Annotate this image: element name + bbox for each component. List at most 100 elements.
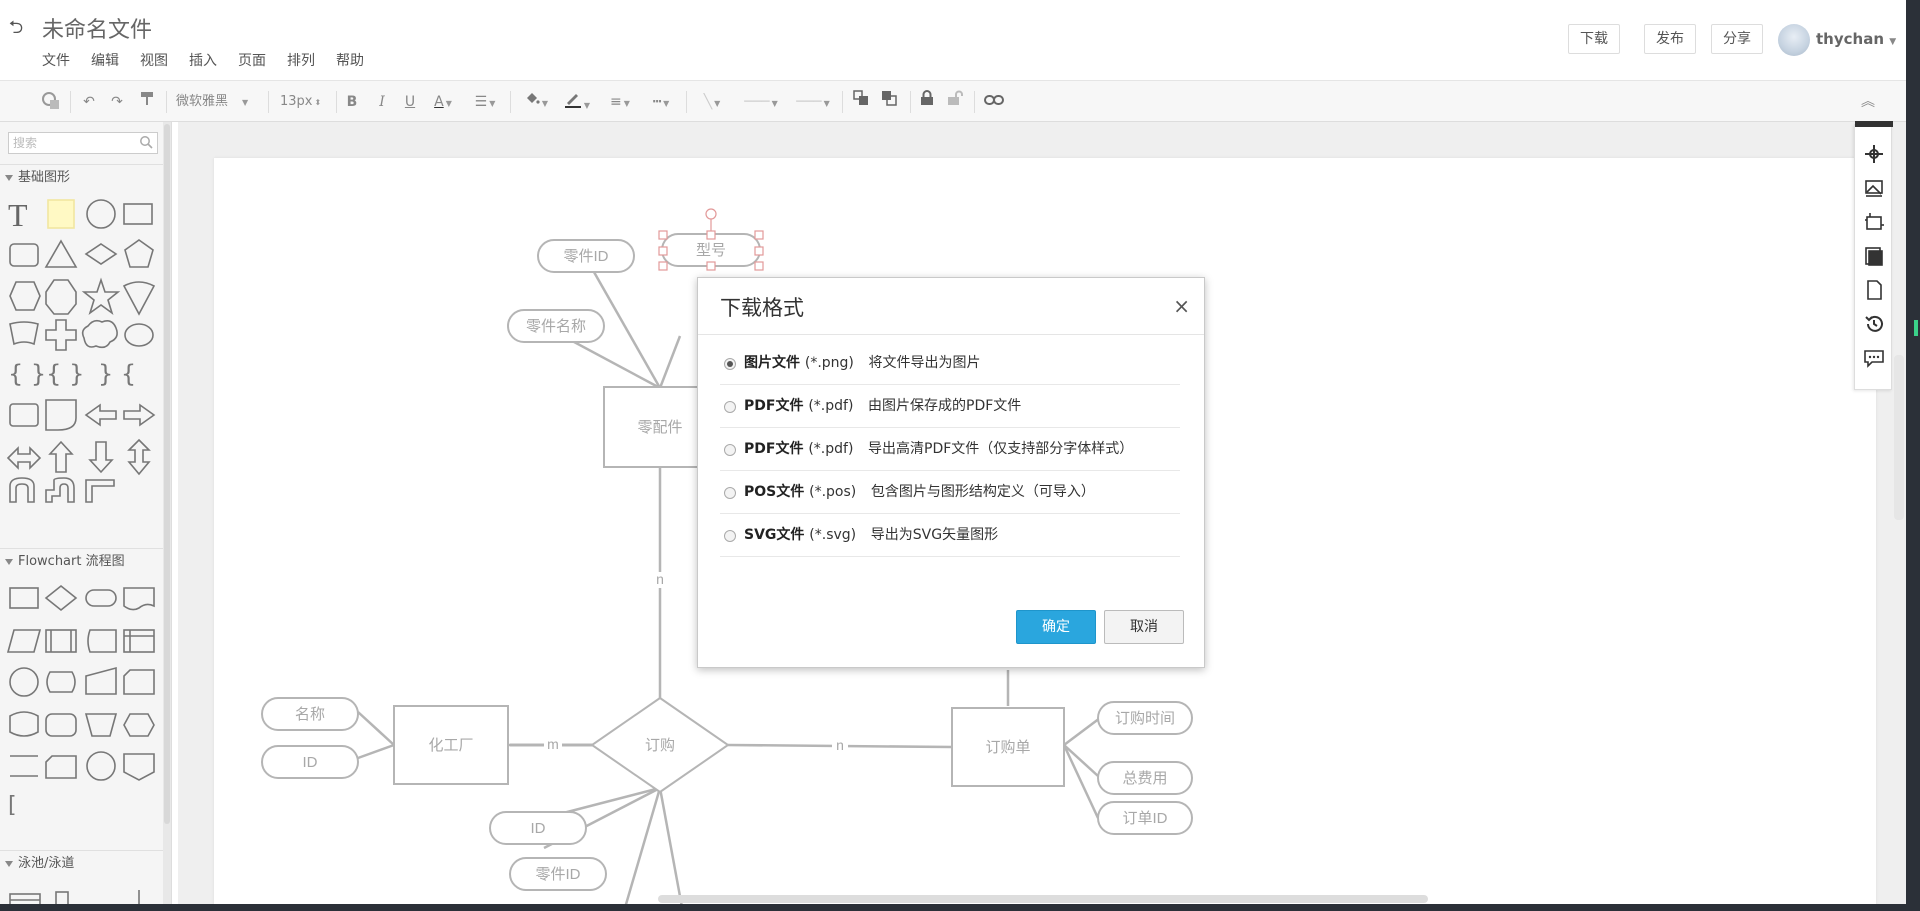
right-tool-dock bbox=[1854, 121, 1893, 390]
search-placeholder: 搜索 bbox=[13, 136, 38, 150]
end-arrow-icon[interactable]: ─── ▼ bbox=[790, 90, 836, 114]
option-desc: 导出高清PDF文件（仅支持部分字体样式） bbox=[868, 441, 1134, 457]
unlock-icon[interactable] bbox=[944, 90, 966, 114]
option-ext: (*.pos) bbox=[809, 484, 857, 500]
menu-file[interactable]: 文件 bbox=[42, 50, 70, 70]
attr-part-name-label: 零件名称 bbox=[526, 318, 586, 335]
bold-button[interactable]: B bbox=[342, 90, 362, 114]
attr-total-cost-label: 总费用 bbox=[1122, 770, 1167, 787]
option-name: PDF文件 bbox=[744, 398, 804, 414]
confirm-button[interactable]: 确定 bbox=[1016, 610, 1096, 644]
chevron-down-icon: ▼ bbox=[1889, 37, 1897, 47]
attr-model-label: 型号 bbox=[696, 242, 726, 259]
shape-library-panel: 搜索 基础图形 T {}{}} {Flowchart 流程图 [泳池/… bbox=[0, 122, 172, 911]
desktop-edge bbox=[1906, 0, 1920, 911]
font-size-stepper[interactable]: 13px ⬍ bbox=[280, 90, 330, 114]
search-icon[interactable] bbox=[139, 135, 153, 149]
vertical-scrollbar[interactable] bbox=[1894, 355, 1904, 520]
line-style-icon[interactable]: ┅ ▼ bbox=[644, 90, 678, 114]
start-arrow-icon[interactable]: ─── ▼ bbox=[738, 90, 784, 114]
app-window: ⮌ 未命名文件 文件 编辑 视图 插入 页面 排列 帮助 下载 发布 分享 th… bbox=[0, 0, 1906, 911]
toolbar: ↶ ↷ 微软雅黑 ▼ 13px ⬍ B I U A ▼ ☰ ▼ ▼ ▼ ≡ ▼ ┅ ▼ ╲ ▼… bbox=[0, 80, 1906, 122]
document-title[interactable]: 未命名文件 bbox=[42, 12, 152, 44]
radio-pos[interactable] bbox=[724, 487, 736, 499]
lock-icon[interactable] bbox=[916, 90, 938, 114]
link-icon[interactable] bbox=[982, 90, 1006, 114]
radio-pdf-image[interactable] bbox=[724, 401, 736, 413]
taskbar-edge bbox=[0, 904, 1906, 911]
page-icon[interactable] bbox=[1863, 279, 1885, 301]
download-format-dialog: 下载格式 × 图片文件 (*.png) 将文件导出为图片 PDF文件 (*.pd… bbox=[697, 277, 1205, 668]
entity-order-label: 订购单 bbox=[985, 739, 1030, 756]
style-icon[interactable] bbox=[38, 90, 64, 114]
image-edit-icon[interactable] bbox=[1863, 177, 1885, 199]
category-flowchart[interactable]: Flowchart 流程图 bbox=[0, 548, 171, 574]
comment-icon[interactable] bbox=[1863, 347, 1885, 369]
align-icon[interactable]: ☰ ▼ bbox=[470, 90, 500, 114]
option-desc: 导出为SVG矢量图形 bbox=[870, 527, 999, 543]
radio-svg[interactable] bbox=[724, 530, 736, 542]
format-option-svg[interactable]: SVG文件 (*.svg) 导出为SVG矢量图形 bbox=[720, 514, 1180, 557]
option-ext: (*.svg) bbox=[809, 527, 857, 543]
fill-color-icon[interactable]: ▼ bbox=[520, 90, 552, 114]
radio-pdf-hd[interactable] bbox=[724, 444, 736, 456]
text-shape-icon: T bbox=[8, 197, 28, 233]
menu-view[interactable]: 视图 bbox=[140, 50, 168, 70]
category-swimlanes[interactable]: 泳池/泳道 bbox=[0, 850, 171, 876]
close-icon[interactable]: × bbox=[1173, 294, 1190, 318]
menu-edit[interactable]: 编辑 bbox=[91, 50, 119, 70]
italic-button[interactable]: I bbox=[372, 90, 392, 114]
font-color-label: A bbox=[434, 94, 444, 110]
avatar[interactable] bbox=[1778, 24, 1810, 56]
back-arrow-icon[interactable]: ⮌ bbox=[6, 18, 26, 38]
redo-icon[interactable]: ↷ bbox=[106, 90, 128, 114]
download-button[interactable]: 下载 bbox=[1568, 24, 1620, 54]
line-width-icon[interactable]: ≡ ▼ bbox=[604, 90, 636, 114]
page-size-icon[interactable] bbox=[1863, 211, 1885, 233]
navigator-icon[interactable] bbox=[1863, 143, 1885, 165]
format-painter-icon[interactable] bbox=[136, 90, 158, 114]
cancel-button[interactable]: 取消 bbox=[1104, 610, 1184, 644]
bring-front-icon[interactable] bbox=[850, 90, 872, 114]
horizontal-scrollbar[interactable] bbox=[658, 895, 1428, 903]
left-panel-scrollbar[interactable] bbox=[163, 122, 171, 911]
format-option-png[interactable]: 图片文件 (*.png) 将文件导出为图片 bbox=[720, 342, 1180, 385]
basic-shapes-grid[interactable]: T { }{ } } { bbox=[6, 196, 156, 506]
format-option-pos[interactable]: POS文件 (*.pos) 包含图片与图形结构定义（可导入） bbox=[720, 471, 1180, 514]
attr-order-id-label: 订单ID bbox=[1122, 810, 1167, 827]
cardinality-n-top: n bbox=[656, 571, 664, 587]
format-option-pdf-hd[interactable]: PDF文件 (*.pdf) 导出高清PDF文件（仅支持部分字体样式） bbox=[720, 428, 1180, 471]
history-icon[interactable] bbox=[1863, 313, 1885, 335]
format-option-pdf-image[interactable]: PDF文件 (*.pdf) 由图片保存成的PDF文件 bbox=[720, 385, 1180, 428]
font-size-value: 13px bbox=[280, 94, 313, 109]
font-color-button[interactable]: A ▼ bbox=[428, 90, 458, 114]
flowchart-shapes-grid[interactable]: [ bbox=[6, 580, 156, 840]
font-family-select[interactable]: 微软雅黑 ▼ bbox=[176, 90, 260, 114]
menu-arrange[interactable]: 排列 bbox=[287, 50, 315, 70]
send-back-icon[interactable] bbox=[878, 90, 900, 114]
option-ext: (*.png) bbox=[804, 355, 854, 371]
attr-part-id-bottom-label: 零件ID bbox=[535, 866, 580, 883]
collapse-toolbar-icon[interactable]: ︽ bbox=[1856, 90, 1880, 114]
publish-button[interactable]: 发布 bbox=[1644, 24, 1696, 54]
menu-insert[interactable]: 插入 bbox=[189, 50, 217, 70]
username-menu[interactable]: thychan ▼ bbox=[1816, 30, 1896, 48]
connector-type-icon[interactable]: ╲ ▼ bbox=[694, 90, 730, 114]
option-ext: (*.pdf) bbox=[808, 398, 854, 414]
category-basic-shapes[interactable]: 基础图形 bbox=[0, 164, 171, 190]
undo-icon[interactable]: ↶ bbox=[78, 90, 100, 114]
option-desc: 包含图片与图形结构定义（可导入） bbox=[870, 484, 1095, 500]
menu-page[interactable]: 页面 bbox=[238, 50, 266, 70]
line-color-icon[interactable]: ▼ bbox=[560, 90, 594, 114]
underline-button[interactable]: U bbox=[400, 90, 420, 114]
option-ext: (*.pdf) bbox=[808, 441, 854, 457]
radio-png[interactable] bbox=[724, 358, 736, 370]
cardinality-n-right: n bbox=[836, 737, 844, 753]
menu-bar: 文件 编辑 视图 插入 页面 排列 帮助 bbox=[42, 50, 385, 70]
username: thychan bbox=[1816, 30, 1884, 48]
layers-icon[interactable] bbox=[1863, 245, 1885, 267]
option-name: SVG文件 bbox=[744, 527, 805, 543]
search-input[interactable]: 搜索 bbox=[8, 132, 158, 154]
menu-help[interactable]: 帮助 bbox=[336, 50, 364, 70]
share-button[interactable]: 分享 bbox=[1711, 24, 1763, 54]
